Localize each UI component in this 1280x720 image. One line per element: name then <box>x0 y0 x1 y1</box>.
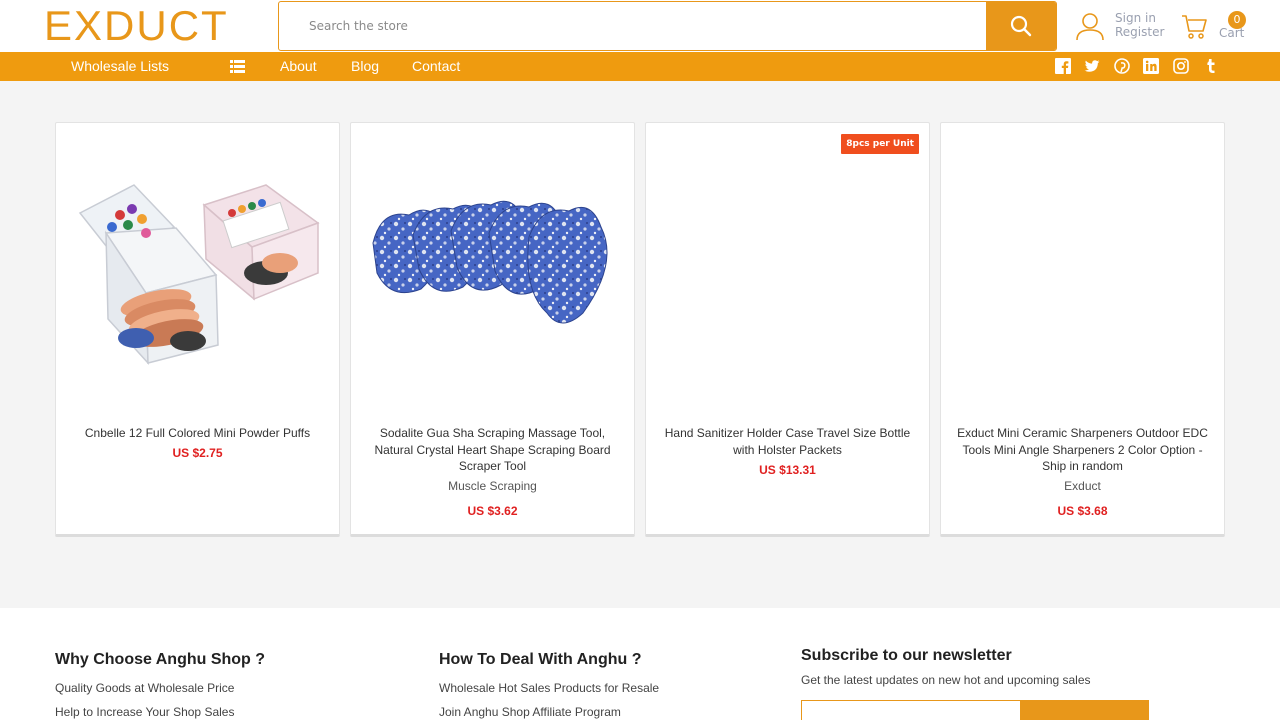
footer-link[interactable]: Wholesale Hot Sales Products for Resale <box>439 681 659 695</box>
product-image[interactable] <box>646 123 929 413</box>
product-price: US $13.31 <box>759 463 816 477</box>
newsletter-email-input[interactable] <box>801 700 1021 720</box>
linkedin-icon[interactable] <box>1143 58 1159 74</box>
pinterest-icon[interactable] <box>1114 58 1130 74</box>
product-title[interactable]: Sodalite Gua Sha Scraping Massage Tool, … <box>365 425 620 475</box>
product-badge: 8pcs per Unit <box>841 134 919 154</box>
product-title[interactable]: Hand Sanitizer Holder Case Travel Size B… <box>660 425 915 458</box>
top-header: EXDUCT Sign in Register 0 Cart <box>0 0 1280 52</box>
nav-about[interactable]: About <box>280 52 317 81</box>
product-brand[interactable]: Muscle Scraping <box>365 479 620 493</box>
main-nav: Wholesale Lists About Blog Contact <box>0 52 1280 81</box>
cart-icon <box>1182 15 1207 39</box>
account-links: Sign in Register <box>1075 9 1175 43</box>
register-link[interactable]: Register <box>1115 25 1164 39</box>
product-card[interactable]: Sodalite Gua Sha Scraping Massage Tool, … <box>350 122 635 537</box>
footer-heading-deal: How To Deal With Anghu ? <box>439 651 642 668</box>
newsletter-subscribe-button[interactable] <box>1020 700 1149 720</box>
footer-link[interactable]: Help to Increase Your Shop Sales <box>55 705 234 719</box>
newsletter-heading: Subscribe to our newsletter <box>801 647 1012 664</box>
nav-wholesale-lists[interactable]: Wholesale Lists <box>71 52 169 81</box>
product-card[interactable]: Cnbelle 12 Full Colored Mini Powder Puff… <box>55 122 340 537</box>
user-icon[interactable] <box>1075 11 1105 41</box>
logo[interactable]: EXDUCT <box>44 4 229 48</box>
product-image[interactable] <box>351 123 634 413</box>
search-icon <box>1010 15 1032 37</box>
product-brand[interactable]: Exduct <box>955 479 1210 493</box>
product-price: US $3.68 <box>1057 504 1108 518</box>
newsletter-text: Get the latest updates on new hot and up… <box>801 673 1091 687</box>
nav-contact[interactable]: Contact <box>412 52 460 81</box>
search-bar <box>278 1 1057 51</box>
search-button[interactable] <box>986 2 1056 50</box>
tumblr-icon[interactable] <box>1203 58 1219 74</box>
product-image[interactable] <box>941 123 1224 413</box>
search-input[interactable] <box>279 2 987 50</box>
product-image[interactable] <box>56 123 339 413</box>
footer-heading-why: Why Choose Anghu Shop ? <box>55 651 266 668</box>
sign-in-link[interactable]: Sign in <box>1115 11 1164 25</box>
product-title[interactable]: Exduct Mini Ceramic Sharpeners Outdoor E… <box>955 425 1210 475</box>
product-price: US $3.62 <box>467 504 518 518</box>
product-card[interactable]: Exduct Mini Ceramic Sharpeners Outdoor E… <box>940 122 1225 537</box>
footer-link[interactable]: Quality Goods at Wholesale Price <box>55 681 234 695</box>
facebook-icon[interactable] <box>1055 58 1071 74</box>
product-title[interactable]: Cnbelle 12 Full Colored Mini Powder Puff… <box>70 425 325 442</box>
instagram-icon[interactable] <box>1173 58 1189 74</box>
footer-link[interactable]: Join Anghu Shop Affiliate Program <box>439 705 621 719</box>
list-icon[interactable] <box>230 60 245 73</box>
product-price: US $2.75 <box>172 446 223 460</box>
product-card[interactable]: 8pcs per Unit Hand Sanitizer Holder Case… <box>645 122 930 537</box>
footer: Why Choose Anghu Shop ? Quality Goods at… <box>0 608 1280 720</box>
cart[interactable]: 0 Cart <box>1181 10 1251 44</box>
cart-label: Cart <box>1219 26 1245 40</box>
twitter-icon[interactable] <box>1084 58 1100 74</box>
nav-blog[interactable]: Blog <box>351 52 379 81</box>
